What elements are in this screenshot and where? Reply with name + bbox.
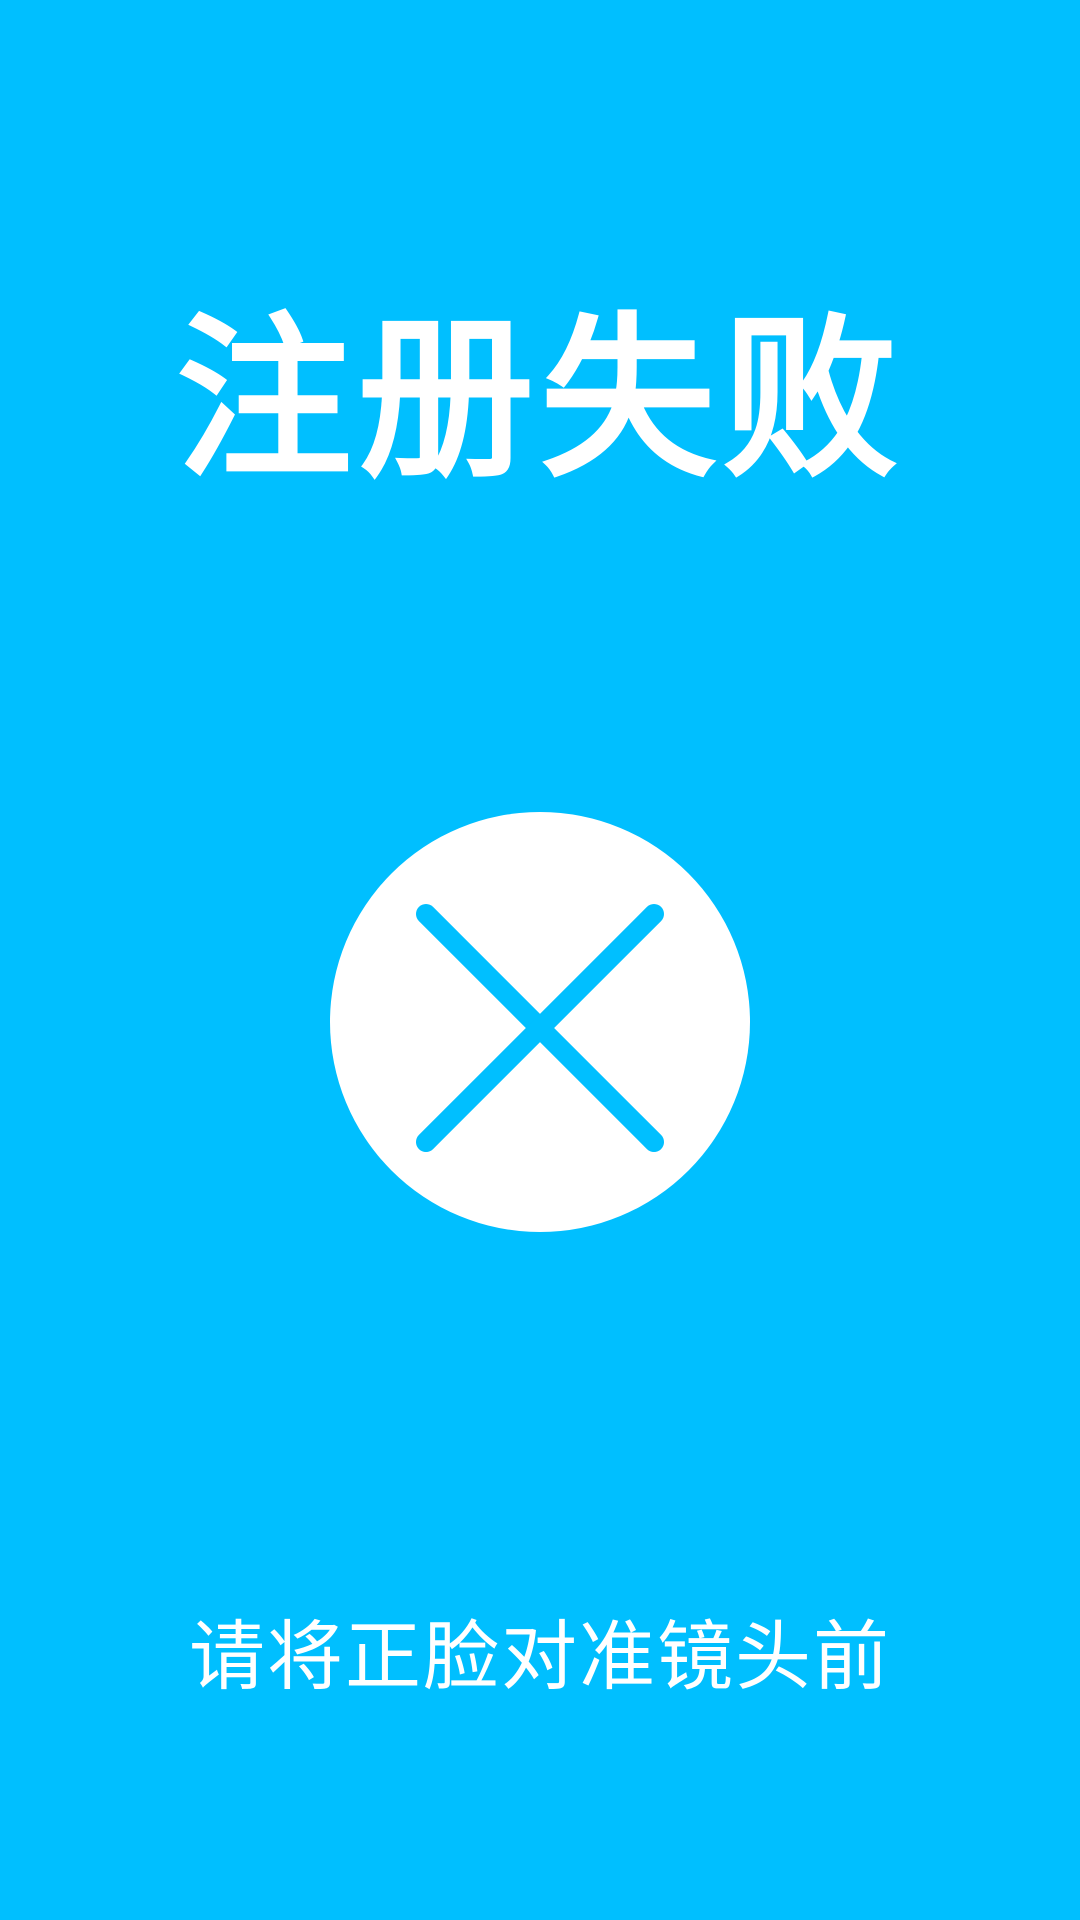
page-title: 注册失败 (175, 297, 904, 502)
registration-failed-screen: 注册失败 请将正脸对准镜头前 (0, 0, 1080, 1920)
instruction-text: 请将正脸对准镜头前 (189, 1612, 891, 1701)
close-circle-icon (330, 812, 750, 1232)
